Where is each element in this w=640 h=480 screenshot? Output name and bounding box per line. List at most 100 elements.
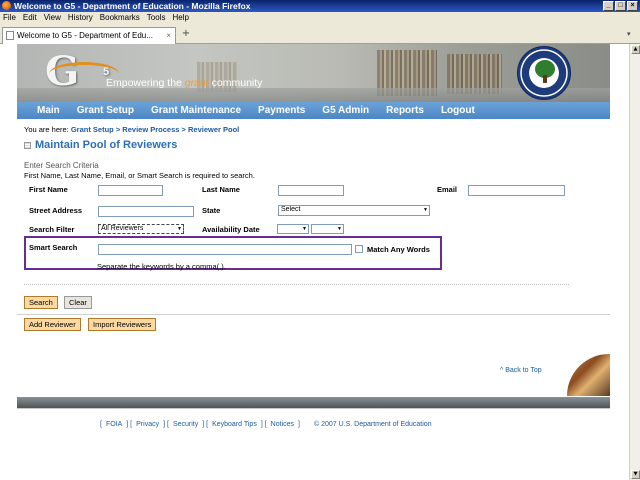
menu-file[interactable]: File bbox=[3, 12, 16, 24]
search-button[interactable]: Search bbox=[24, 296, 58, 309]
menu-bar: File Edit View History Bookmarks Tools H… bbox=[0, 12, 640, 24]
menu-bookmarks[interactable]: Bookmarks bbox=[100, 12, 140, 24]
chevron-down-icon: ▼ bbox=[302, 226, 307, 232]
window-title: Welcome to G5 - Department of Education … bbox=[14, 1, 251, 11]
page-frame: G 5 Empowering the grant community Main … bbox=[17, 44, 610, 480]
footer-link-notices[interactable]: Notices bbox=[271, 421, 294, 428]
breadcrumb-prefix: You are here: bbox=[24, 125, 71, 134]
footer-link-foia[interactable]: FOIA bbox=[106, 421, 122, 428]
g5-logo: G 5 bbox=[45, 52, 119, 92]
browser-tab[interactable]: Welcome to G5 - Department of Edu... × bbox=[2, 27, 176, 44]
header-banner: G 5 Empowering the grant community bbox=[17, 44, 610, 102]
page-title: Maintain Pool of Reviewers bbox=[35, 139, 178, 151]
menu-history[interactable]: History bbox=[68, 12, 93, 24]
tagline-suffix: community bbox=[208, 77, 263, 89]
bracket: ] [ bbox=[126, 421, 133, 428]
match-any-words-checkbox[interactable] bbox=[355, 245, 363, 253]
footer-link-security[interactable]: Security bbox=[173, 421, 198, 428]
clear-button[interactable]: Clear bbox=[64, 296, 92, 309]
smart-search-input[interactable] bbox=[98, 244, 352, 255]
import-reviewers-button[interactable]: Import Reviewers bbox=[88, 318, 157, 331]
vertical-scrollbar[interactable]: ▲ ▼ bbox=[629, 44, 640, 480]
dotted-divider bbox=[24, 284, 569, 285]
nav-g5-admin[interactable]: G5 Admin bbox=[322, 105, 369, 116]
nav-logout[interactable]: Logout bbox=[441, 105, 475, 116]
scroll-up-icon[interactable]: ▲ bbox=[631, 45, 640, 54]
breadcrumb-path[interactable]: Grant Setup > Review Process > Reviewer … bbox=[71, 125, 239, 134]
email-input[interactable] bbox=[468, 185, 565, 196]
minimize-icon[interactable]: _ bbox=[603, 1, 614, 11]
menu-tools[interactable]: Tools bbox=[147, 12, 166, 24]
search-filter-label: Search Filter bbox=[29, 225, 75, 234]
main-nav: Main Grant Setup Grant Maintenance Payme… bbox=[17, 102, 610, 119]
page-viewport: G 5 Empowering the grant community Main … bbox=[0, 44, 629, 480]
tagline-accent: grant bbox=[184, 77, 209, 89]
search-filter-select[interactable]: All Reviewers ▼ bbox=[98, 224, 184, 234]
first-name-label: First Name bbox=[29, 185, 68, 194]
firefox-icon bbox=[2, 1, 11, 10]
page-icon bbox=[6, 31, 14, 40]
close-icon[interactable]: × bbox=[627, 1, 638, 11]
nav-reports[interactable]: Reports bbox=[386, 105, 424, 116]
smart-search-label: Smart Search bbox=[29, 243, 78, 252]
back-to-top-link[interactable]: ^ Back to Top bbox=[500, 367, 542, 374]
tab-strip: Welcome to G5 - Department of Edu... × +… bbox=[0, 24, 640, 44]
window-title-bar: Welcome to G5 - Department of Education … bbox=[0, 0, 640, 12]
nav-main[interactable]: Main bbox=[37, 105, 60, 116]
new-tab-icon[interactable]: + bbox=[180, 29, 192, 41]
chevron-down-icon: ▼ bbox=[423, 207, 428, 213]
maximize-icon[interactable]: □ bbox=[615, 1, 626, 11]
scroll-down-icon[interactable]: ▼ bbox=[631, 470, 640, 479]
state-select-value: Select bbox=[281, 206, 301, 213]
tagline: Empowering the grant community bbox=[106, 77, 262, 89]
nav-grant-maintenance[interactable]: Grant Maintenance bbox=[151, 105, 241, 116]
footer-link-privacy[interactable]: Privacy bbox=[136, 421, 159, 428]
last-name-input[interactable] bbox=[278, 185, 344, 196]
state-select[interactable]: Select ▼ bbox=[278, 205, 430, 216]
availability-day-select[interactable]: ▼ bbox=[311, 224, 344, 234]
bracket: ] [ bbox=[260, 421, 267, 428]
email-label: Email bbox=[437, 185, 458, 194]
footer-links: [ FOIA ] [ Privacy ] [ Security ] [ Keyb… bbox=[100, 421, 432, 428]
window-controls: _ □ × bbox=[603, 1, 638, 11]
footer-divider bbox=[17, 408, 610, 409]
tab-close-icon[interactable]: × bbox=[166, 28, 171, 43]
last-name-label: Last Name bbox=[202, 185, 240, 194]
menu-view[interactable]: View bbox=[44, 12, 61, 24]
tagline-prefix: Empowering the bbox=[106, 77, 185, 89]
add-reviewer-button[interactable]: Add Reviewer bbox=[24, 318, 81, 331]
breadcrumb: You are here: Grant Setup > Review Proce… bbox=[24, 125, 239, 134]
copyright-text: © 2007 U.S. Department of Education bbox=[313, 421, 432, 428]
footer-link-keyboard-tips[interactable]: Keyboard Tips bbox=[212, 421, 257, 428]
footer-bar bbox=[17, 397, 610, 408]
availability-month-select[interactable]: ▼ bbox=[277, 224, 309, 234]
nav-payments[interactable]: Payments bbox=[258, 105, 305, 116]
department-seal-icon bbox=[517, 46, 571, 100]
availability-date-label: Availability Date bbox=[202, 225, 260, 234]
tab-label: Welcome to G5 - Department of Edu... bbox=[17, 31, 153, 40]
divider bbox=[17, 314, 610, 315]
first-name-input[interactable] bbox=[98, 185, 163, 196]
chevron-down-icon: ▼ bbox=[337, 226, 342, 232]
smart-search-hint: Separate the keywords by a comma(,). bbox=[97, 262, 226, 271]
page-title-row: Maintain Pool of Reviewers bbox=[24, 139, 177, 151]
search-criteria-heading: Enter Search Criteria bbox=[24, 161, 99, 170]
match-any-words-label: Match Any Words bbox=[367, 245, 430, 254]
chevron-down-icon: ▼ bbox=[177, 226, 182, 232]
street-address-input[interactable] bbox=[98, 206, 194, 217]
tab-list-icon[interactable]: ▾ bbox=[627, 30, 635, 38]
search-requirement-note: First Name, Last Name, Email, or Smart S… bbox=[24, 171, 255, 180]
menu-edit[interactable]: Edit bbox=[23, 12, 37, 24]
list-icon bbox=[24, 141, 31, 149]
search-filter-value: All Reviewers bbox=[101, 225, 144, 232]
bracket: ] [ bbox=[202, 421, 209, 428]
state-label: State bbox=[202, 206, 221, 215]
menu-help[interactable]: Help bbox=[172, 12, 188, 24]
bracket: ] bbox=[298, 421, 300, 428]
corner-photo bbox=[567, 354, 610, 396]
street-address-label: Street Address bbox=[29, 206, 83, 215]
bracket: ] [ bbox=[163, 421, 169, 428]
seal-trunk bbox=[543, 75, 547, 83]
nav-grant-setup[interactable]: Grant Setup bbox=[77, 105, 134, 116]
bracket: [ bbox=[100, 421, 102, 428]
